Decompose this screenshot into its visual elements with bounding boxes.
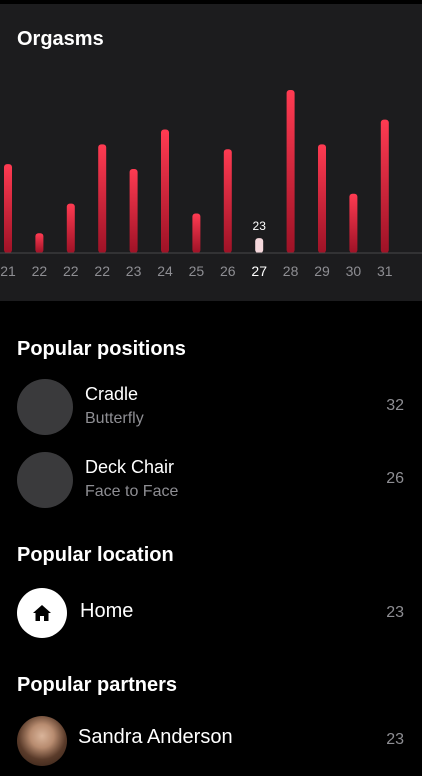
location-count: 23 xyxy=(386,604,404,621)
chart-bar[interactable] xyxy=(286,90,295,253)
chart-bar[interactable] xyxy=(255,238,264,253)
chart-x-tick-label: 29 xyxy=(314,263,330,279)
chart-x-tick-label: 22 xyxy=(94,263,110,279)
chart-bar[interactable] xyxy=(66,203,75,253)
position-thumbnail xyxy=(17,379,73,435)
chart-bar[interactable] xyxy=(223,149,232,253)
position-category: Face to Face xyxy=(85,483,179,500)
position-name: Cradle xyxy=(85,384,139,404)
position-count: 32 xyxy=(386,397,404,414)
chart-bar[interactable] xyxy=(380,119,389,254)
chart-bar[interactable] xyxy=(4,164,12,253)
position-category: Butterfly xyxy=(85,410,144,427)
chart-x-tick-label: 21 xyxy=(0,263,16,279)
position-thumbnail xyxy=(17,452,73,508)
position-row-cradle[interactable]: Cradle Butterfly 32 xyxy=(0,377,422,437)
chart-bar[interactable] xyxy=(192,213,201,253)
chart-x-tick-label: 25 xyxy=(189,263,205,279)
chart-x-tick-label: 30 xyxy=(346,263,362,279)
home-icon xyxy=(17,588,67,638)
chart-x-tick-label: 27 xyxy=(251,263,267,279)
avatar xyxy=(17,716,67,766)
chart-x-tick-label: 26 xyxy=(220,263,236,279)
chart-bar[interactable] xyxy=(161,129,169,253)
chart-title: Orgasms xyxy=(17,28,104,50)
chart-x-tick-label: 23 xyxy=(126,263,142,279)
chart-x-tick-label: 28 xyxy=(283,263,299,279)
chart-selected-value-label: 23 xyxy=(253,219,267,233)
chart-bar[interactable] xyxy=(349,193,358,253)
location-row-home[interactable]: Home 23 xyxy=(0,586,422,646)
partners-section-title: Popular partners xyxy=(17,674,178,696)
orgasms-chart-card: 21 22 22 22 23 24 25 26 27 23 28 29 30 31 Orgasms xyxy=(0,4,422,301)
chart-bar[interactable] xyxy=(129,169,138,253)
chart-x-tick-label: 24 xyxy=(157,263,173,279)
location-section-title: Popular location xyxy=(17,544,174,566)
location-name: Home xyxy=(80,600,134,622)
chart-x-tick-label: 22 xyxy=(63,263,79,279)
partner-name: Sandra Anderson xyxy=(78,726,233,748)
chart-bar[interactable] xyxy=(98,144,107,253)
chart-x-tick-label: 22 xyxy=(32,263,48,279)
positions-section-title: Popular positions xyxy=(17,338,186,360)
chart-bar[interactable] xyxy=(318,144,326,253)
partner-row[interactable]: Sandra Anderson 23 xyxy=(0,716,422,776)
position-name: Deck Chair xyxy=(85,457,175,477)
position-row-deck-chair[interactable]: Deck Chair Face to Face 26 xyxy=(0,450,422,510)
chart-x-tick-label: 31 xyxy=(377,263,393,279)
position-count: 26 xyxy=(386,470,404,487)
chart-bar[interactable] xyxy=(35,233,44,253)
partner-count: 23 xyxy=(386,731,404,748)
